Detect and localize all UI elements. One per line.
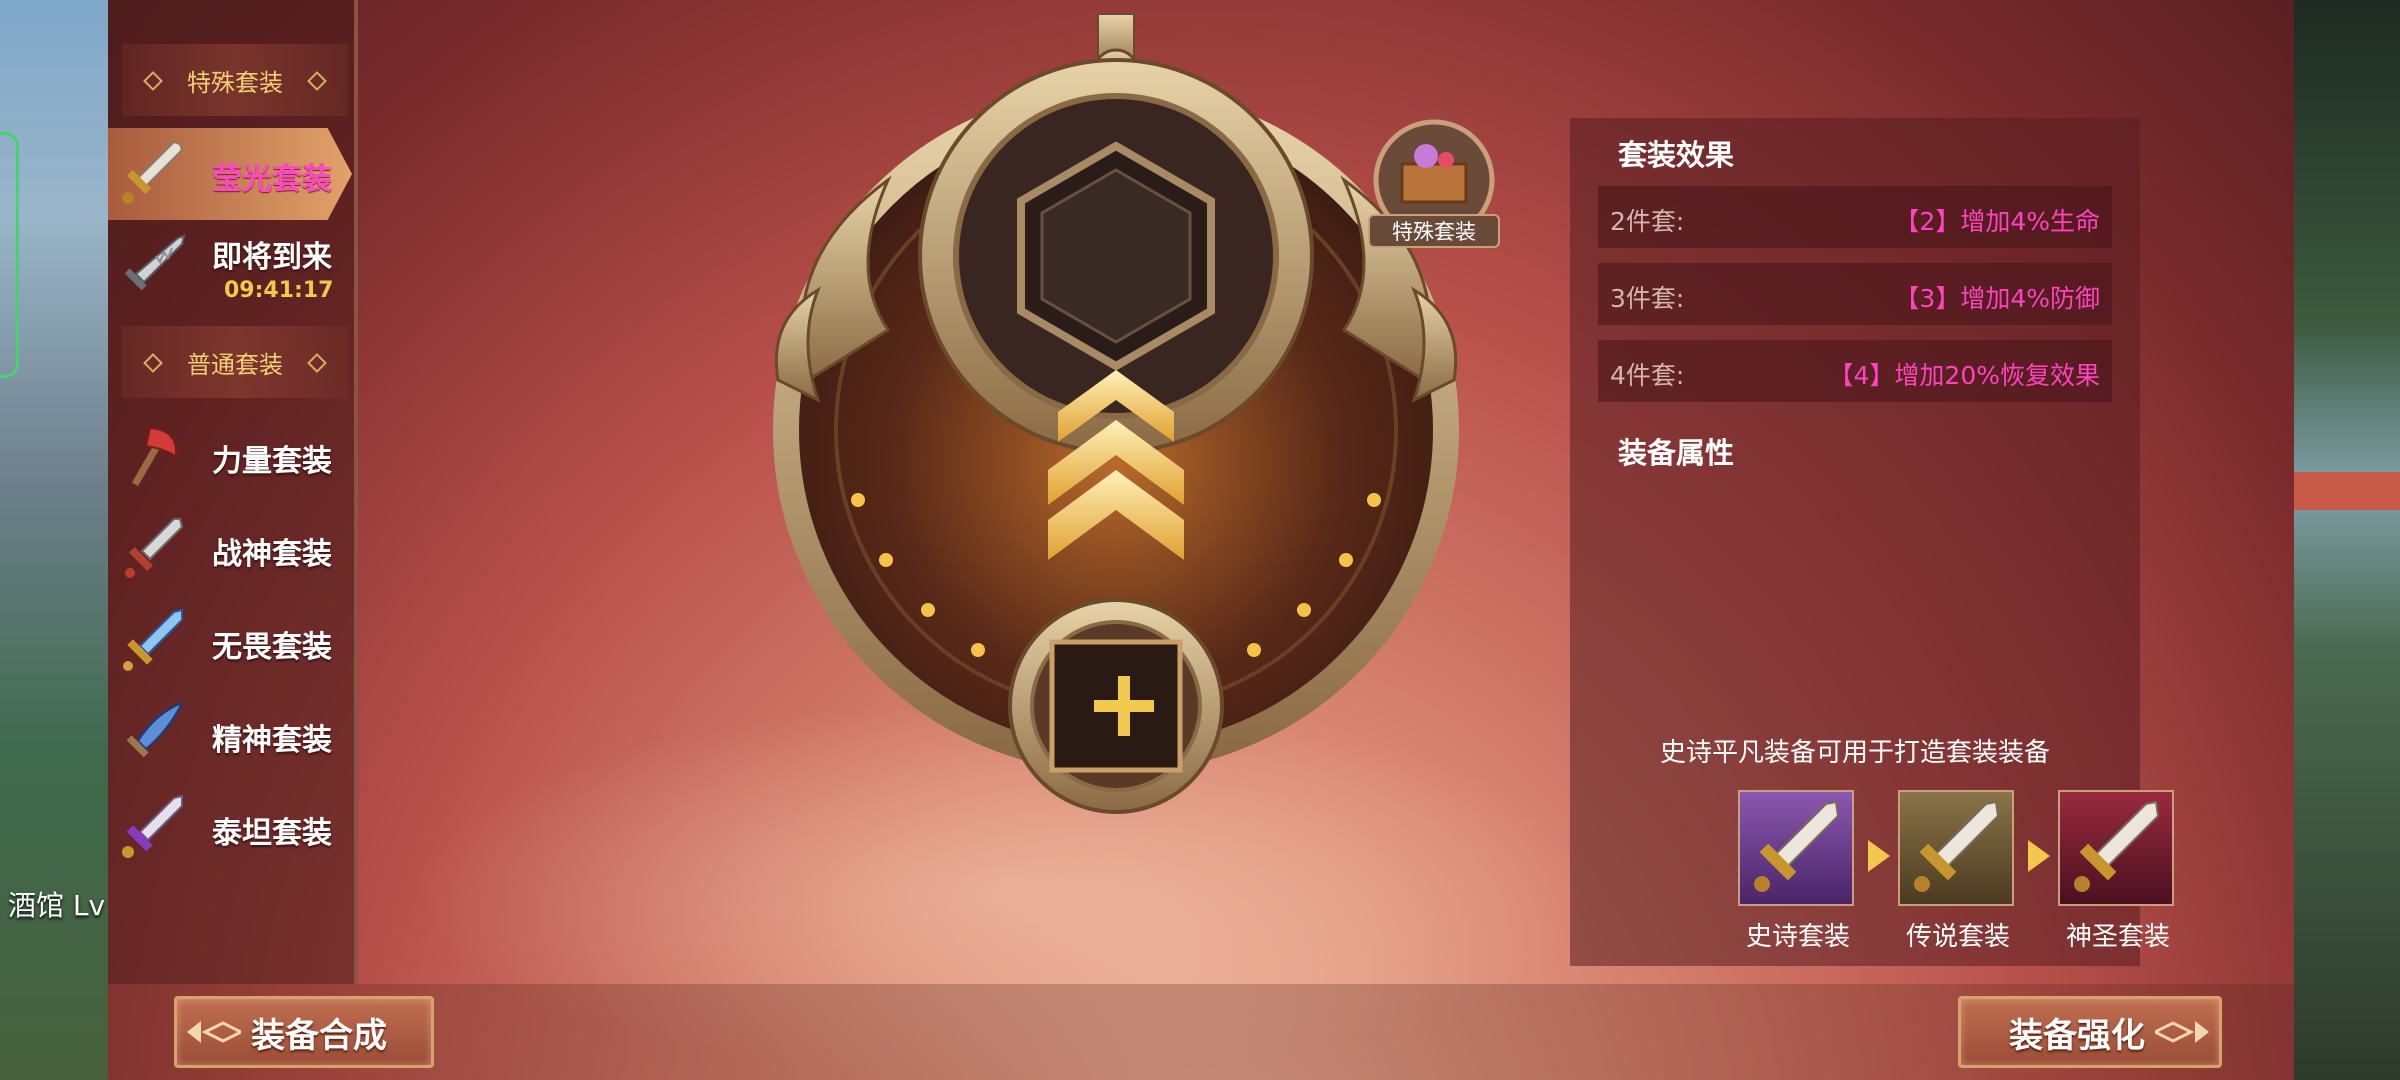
badge-label: 特殊套装	[1368, 214, 1500, 248]
set-list-sidebar: 特殊套装 莹光套装 即将到来 09:41:17 普通套装 力量套装 战神套装 无…	[108, 0, 358, 984]
effect-row: 4件套: 【4】增加20%恢复效果	[1598, 340, 2112, 402]
diamond-arrow-icon	[2155, 1021, 2209, 1043]
background-roof	[2294, 472, 2400, 510]
sidebar-item-glow-set[interactable]: 莹光套装	[108, 128, 352, 220]
sidebar-item-label: 战神套装	[212, 537, 332, 572]
glow-sword-icon	[122, 140, 184, 204]
countdown-timer: 09:41:17	[224, 278, 334, 303]
sidebar-item-label: 无畏套装	[212, 630, 332, 665]
tavern-label: 酒馆 Lv	[8, 889, 106, 922]
arrow-right-icon	[2028, 840, 2050, 872]
red-axe-icon	[131, 426, 178, 487]
equipment-attributes-title: 装备属性	[1618, 436, 1735, 470]
sidebar-item-fearless-set[interactable]: 无畏套装	[108, 596, 352, 688]
set-effects-title: 套装效果	[1618, 138, 1735, 172]
effect-row: 3件套: 【3】增加4%防御	[1598, 263, 2112, 325]
special-sets-header: 特殊套装	[122, 44, 348, 116]
sidebar-item-war-god-set[interactable]: 战神套装	[108, 503, 352, 595]
background-town-left: 酒馆 Lv	[0, 0, 110, 1080]
dagger-icon	[125, 518, 184, 578]
serrated-blade-icon	[124, 234, 186, 291]
tier-divine[interactable]: 神圣套装	[2058, 790, 2178, 953]
set-equipment-panel: 特殊套装 莹光套装 即将到来 09:41:17 普通套装 力量套装 战神套装 无…	[108, 0, 2294, 1080]
tier-legendary[interactable]: 传说套装	[1898, 790, 2018, 953]
treasure-chest-icon	[1373, 119, 1495, 241]
divine-sword-icon	[2058, 790, 2174, 906]
sidebar-item-titan-set[interactable]: 泰坦套装	[108, 782, 352, 874]
sidebar-item-label: 力量套装	[212, 444, 332, 479]
arrow-right-icon	[1868, 840, 1890, 872]
legendary-sword-icon	[1898, 790, 2014, 906]
side-tab-edge[interactable]	[0, 132, 19, 378]
sidebar-item-label: 泰坦套装	[212, 816, 332, 851]
tier-epic[interactable]: 史诗套装	[1738, 790, 1858, 953]
add-equipment-plus-icon[interactable]	[1090, 672, 1158, 740]
spirit-blade-icon	[126, 701, 185, 758]
sidebar-item-label: 即将到来	[212, 240, 332, 275]
equipment-synthesis-button[interactable]: 装备合成	[174, 996, 434, 1068]
sidebar-item-spirit-set[interactable]: 精神套装	[108, 689, 352, 781]
epic-sword-icon	[1738, 790, 1854, 906]
special-set-badge[interactable]: 特殊套装	[1364, 118, 1504, 268]
diamond-arrow-icon	[187, 1021, 241, 1043]
purple-sword-icon	[122, 794, 183, 858]
sidebar-item-strength-set[interactable]: 力量套装	[108, 410, 352, 502]
background-tree-right	[2294, 0, 2400, 1080]
equipment-enhance-button[interactable]: 装备强化	[1958, 996, 2222, 1068]
set-effects-panel: 套装效果 2件套: 【2】增加4%生命 3件套: 【3】增加4%防御 4件套: …	[1570, 118, 2174, 966]
sidebar-item-label: 精神套装	[212, 723, 332, 758]
forge-hint-text: 史诗平凡装备可用于打造套装装备	[1659, 738, 2050, 768]
sidebar-item-label: 莹光套装	[212, 162, 332, 197]
effect-row: 2件套: 【2】增加4%生命	[1598, 186, 2112, 248]
normal-sets-header: 普通套装	[122, 326, 348, 398]
blue-sword-icon	[123, 608, 183, 671]
sidebar-item-coming-soon[interactable]: 即将到来 09:41:17	[108, 222, 352, 314]
